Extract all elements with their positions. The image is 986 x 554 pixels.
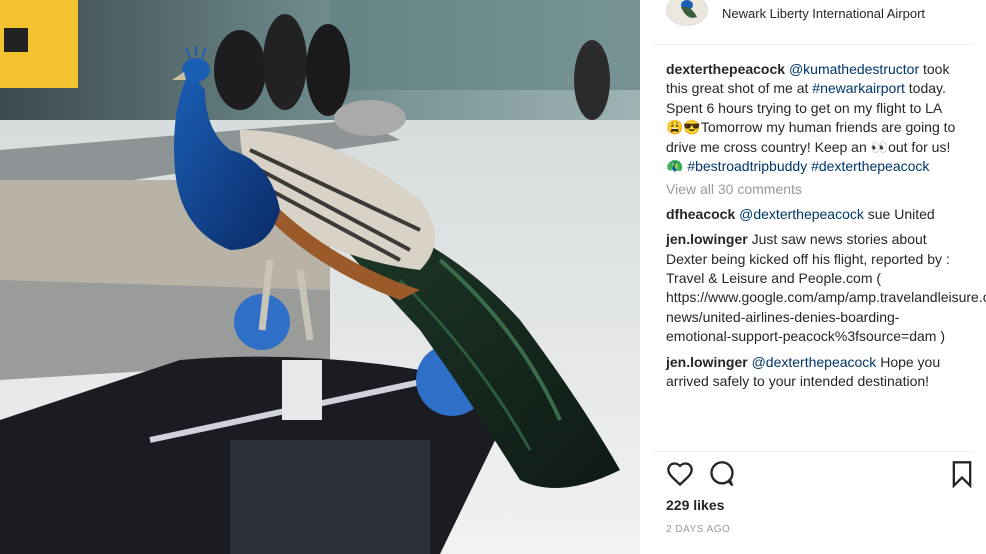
list-item: jen.lowinger Just saw news stories about… <box>666 230 986 346</box>
post-header: Newark Liberty International Airport <box>666 0 966 36</box>
caption-username[interactable]: dexterthepeacock <box>666 61 785 77</box>
post-timestamp[interactable]: 2 DAYS AGO <box>666 524 730 535</box>
like-button[interactable] <box>666 460 694 488</box>
peacock-photo <box>0 0 640 554</box>
action-bar <box>666 460 972 490</box>
post-location-link[interactable]: Newark Liberty International Airport <box>722 6 925 21</box>
scroll-fade <box>652 438 974 452</box>
comment-username[interactable]: jen.lowinger <box>666 354 748 370</box>
comment-username[interactable]: jen.lowinger <box>666 231 748 247</box>
save-button[interactable] <box>948 460 976 489</box>
caption: dexterthepeacock @kumathedestructor took… <box>666 60 962 176</box>
avatar[interactable] <box>666 0 708 26</box>
likes-count[interactable]: 229 likes <box>666 497 724 513</box>
actions-divider <box>652 451 974 452</box>
post-photo[interactable] <box>0 0 640 554</box>
comment-username[interactable]: dfheacock <box>666 206 735 222</box>
caption-hashtag-newarkairport[interactable]: #newarkairport <box>812 80 905 96</box>
comment-mention[interactable]: @dexterthepeacock <box>739 206 864 222</box>
header-divider <box>652 44 974 45</box>
view-all-comments-link[interactable]: View all 30 comments <box>666 180 962 199</box>
bookmark-icon <box>952 461 972 489</box>
comment-bubble-icon <box>710 461 734 487</box>
comment-button[interactable] <box>708 460 736 488</box>
comment-list: dexterthepeacock @kumathedestructor took… <box>666 60 986 392</box>
list-item: jen.lowinger @dexterthepeacock Hope you … <box>666 353 962 392</box>
peacock-avatar-icon <box>681 0 697 18</box>
comment-text: sue United <box>863 205 935 222</box>
caption-hashtag-dexterthepeacock[interactable]: #dexterthepeacock <box>811 158 929 174</box>
comment-mention[interactable]: @dexterthepeacock <box>752 354 877 370</box>
caption-hashtag-bestroadtripbuddy[interactable]: #bestroadtripbuddy <box>687 158 807 174</box>
comment-text: Just saw news stories about Dexter being… <box>666 231 986 345</box>
list-item: dfheacock @dexterthepeacock sue United <box>666 205 962 224</box>
post-details-panel: Newark Liberty International Airport dex… <box>640 0 986 554</box>
heart-icon <box>667 462 693 487</box>
caption-mention[interactable]: @kumathedestructor <box>789 61 919 77</box>
